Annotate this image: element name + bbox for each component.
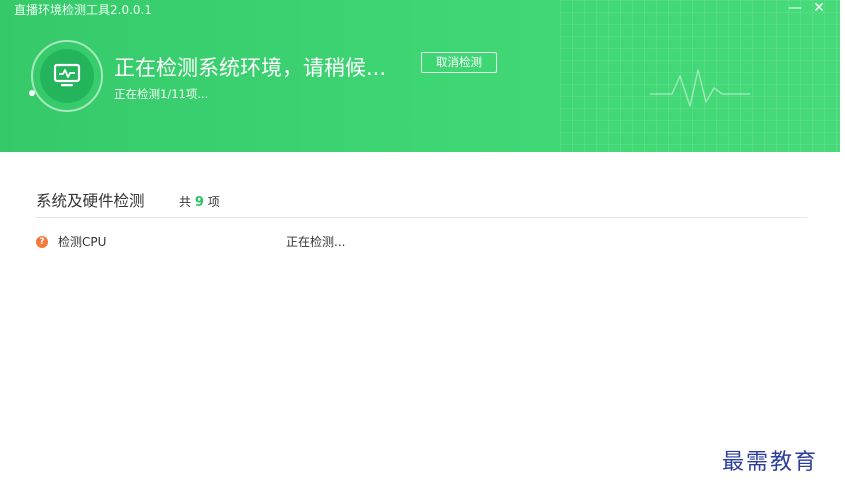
status-heading: 正在检测系统环境，请稍候... bbox=[114, 56, 387, 80]
section-divider bbox=[36, 217, 807, 218]
item-count: 共 9 项 bbox=[179, 193, 220, 212]
window-title: 直播环境检测工具2.0.0.1 bbox=[14, 3, 152, 17]
ring-dot bbox=[29, 90, 35, 96]
status-ring bbox=[29, 40, 103, 112]
count-suffix: 项 bbox=[207, 195, 220, 209]
item-label: 检测CPU bbox=[58, 235, 107, 249]
monitor-pulse-icon bbox=[40, 49, 94, 103]
progress-text: 正在检测1/11项... bbox=[114, 87, 209, 101]
close-button[interactable]: ✕ bbox=[810, 0, 828, 16]
watermark-logo: 最需教育 bbox=[722, 450, 819, 475]
header-banner: 直播环境检测工具2.0.0.1 — ✕ 正在检测系统环境，请稍候... 正在检测… bbox=[0, 0, 840, 152]
cancel-check-button[interactable]: 取消检测 bbox=[421, 52, 497, 73]
count-prefix: 共 bbox=[179, 195, 192, 209]
item-status: 正在检测... bbox=[286, 235, 346, 249]
heartbeat-decoration bbox=[650, 69, 750, 107]
count-value: 9 bbox=[194, 195, 204, 210]
section-title: 系统及硬件检测 bbox=[36, 192, 145, 210]
minimize-button[interactable]: — bbox=[786, 0, 804, 16]
question-icon: ? bbox=[36, 236, 48, 248]
